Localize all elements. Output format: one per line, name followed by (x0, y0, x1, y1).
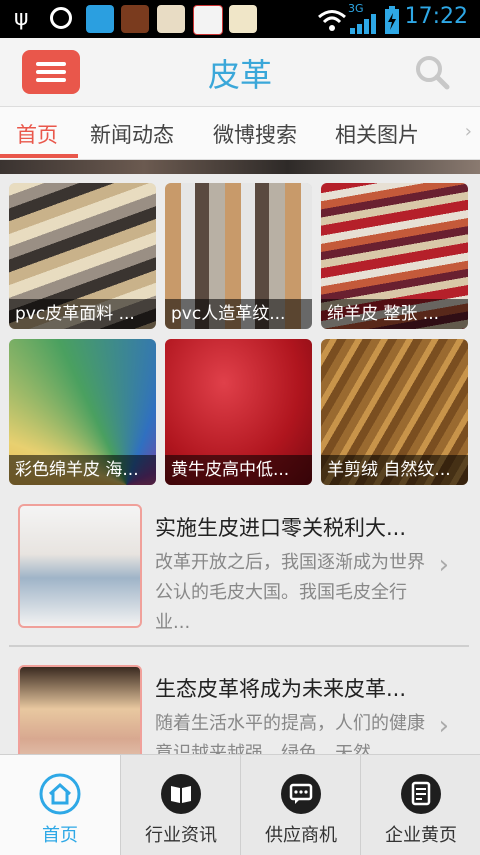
signal-icon (350, 14, 376, 34)
tab-news[interactable]: 新闻动态 (90, 119, 174, 149)
nav-label: 供应商机 (265, 825, 337, 846)
status-bar: ψ 3G 17:22 (0, 0, 480, 38)
grid-item-caption: 绵羊皮 整张 ... (321, 299, 468, 329)
tab-home[interactable]: 首页 (16, 119, 58, 149)
nav-supply[interactable]: 供应商机 (241, 755, 361, 855)
document-icon (401, 774, 441, 814)
wifi-icon (318, 10, 346, 31)
usb-icon: ψ (14, 6, 29, 31)
news-title: 实施生皮进口零关税利大... (155, 516, 407, 540)
news-thumbnail (18, 504, 142, 628)
grid-item-caption: pvc皮革面料 ... (9, 299, 156, 329)
chevron-right-icon: › (438, 711, 449, 741)
chevron-right-icon: › (438, 550, 449, 580)
active-tab-indicator (0, 154, 78, 158)
app-notification-icon (229, 5, 257, 33)
grid-item-caption: pvc人造革纹... (165, 299, 312, 329)
grid-item[interactable]: pvc人造革纹... (165, 183, 312, 329)
chevron-right-icon[interactable]: › (465, 121, 472, 142)
battery-icon (385, 6, 399, 34)
grid-item-caption: 羊剪绒 自然纹... (321, 455, 468, 485)
grid-item-caption: 彩色绵羊皮 海... (9, 455, 156, 485)
tab-related-images[interactable]: 相关图片 (335, 119, 419, 149)
news-item[interactable]: 实施生皮进口零关税利大... 改革开放之后，我国逐渐成为世界公认的毛皮大国。我国… (9, 504, 469, 639)
nav-industry-news[interactable]: 行业资讯 (121, 755, 241, 855)
app-notification-icon (193, 5, 223, 35)
nav-label: 企业黄页 (385, 825, 457, 846)
grid-item[interactable]: 黄牛皮高中低... (165, 339, 312, 485)
news-description: 改革开放之后，我国逐渐成为世界公认的毛皮大国。我国毛皮全行业... (155, 552, 425, 633)
chat-icon (281, 774, 321, 814)
news-title: 生态皮革将成为未来皮革... (155, 677, 407, 701)
app-header: 皮革 (0, 38, 480, 107)
banner-image[interactable] (0, 160, 480, 174)
divider (9, 645, 469, 647)
gps-icon (50, 7, 72, 29)
page-title: 皮革 (207, 56, 272, 94)
grid-item[interactable]: 绵羊皮 整张 ... (321, 183, 468, 329)
search-icon[interactable] (414, 54, 450, 90)
app-notification-icon (121, 5, 149, 33)
home-icon (39, 773, 81, 815)
nav-yellow-pages[interactable]: 企业黄页 (361, 755, 480, 855)
app-notification-icon (157, 5, 185, 33)
nav-label: 行业资讯 (145, 825, 217, 846)
nav-home[interactable]: 首页 (0, 755, 120, 855)
grid-item[interactable]: 羊剪绒 自然纹... (321, 339, 468, 485)
tab-bar: 首页 新闻动态 微博搜索 相关图片 › (0, 107, 480, 160)
nav-label: 首页 (42, 825, 78, 846)
grid-item[interactable]: pvc皮革面料 ... (9, 183, 156, 329)
clock: 17:22 (404, 4, 468, 29)
grid-item-caption: 黄牛皮高中低... (165, 455, 312, 485)
tab-weibo-search[interactable]: 微博搜索 (213, 119, 297, 149)
book-icon (161, 774, 201, 814)
bottom-navigation: 首页 行业资讯 供应商机 企业黄页 (0, 754, 480, 855)
app-notification-icon (86, 5, 114, 33)
grid-item[interactable]: 彩色绵羊皮 海... (9, 339, 156, 485)
